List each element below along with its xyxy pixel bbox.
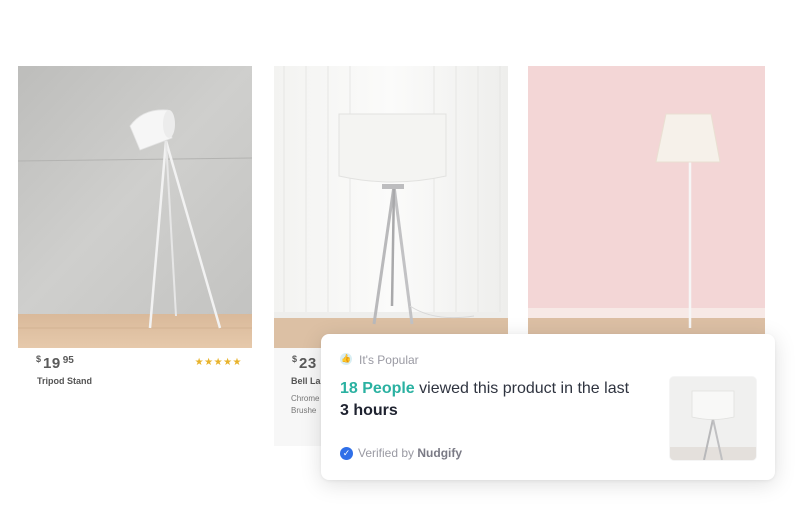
time-window: 3 hours <box>340 402 398 419</box>
product-image-tripod-lamp <box>18 66 252 348</box>
price-currency: $ <box>292 354 298 364</box>
verified-by: Verified by Nudgify <box>358 446 462 460</box>
price-main: 19 <box>43 355 61 372</box>
popular-badge: It's Popular <box>359 353 419 367</box>
verified-prefix: Verified by <box>358 446 418 460</box>
product-image-bell-lamp <box>274 66 508 348</box>
product-price: $23 <box>292 354 317 373</box>
price-main: 23 <box>299 355 317 372</box>
price-cents: 95 <box>62 355 74 366</box>
thumbs-up-icon: 👍 <box>340 353 352 365</box>
product-thumbnail[interactable] <box>670 377 756 460</box>
message-text: viewed this product in the last <box>414 380 630 397</box>
product-name[interactable]: Tripod Stand <box>37 376 92 386</box>
people-count: 18 People <box>340 380 415 397</box>
product-price: $19 95 <box>36 354 74 373</box>
price-currency: $ <box>36 354 42 364</box>
product-card-tripod-stand[interactable]: $19 95 ★★★★★ Tripod Stand <box>18 66 252 444</box>
product-card-floor-lamp[interactable] <box>528 66 765 336</box>
product-image-floor-lamp <box>528 66 765 336</box>
verified-brand[interactable]: Nudgify <box>417 446 462 460</box>
thumbnail-lamp-image <box>670 377 756 460</box>
product-name[interactable]: Bell La <box>291 376 321 386</box>
notification-message: 18 People viewed this product in the las… <box>340 378 640 422</box>
rating-stars: ★★★★★ <box>194 357 242 368</box>
social-proof-notification[interactable]: 👍 It's Popular 18 People viewed this pro… <box>321 334 775 480</box>
check-circle-icon: ✓ <box>340 447 353 460</box>
